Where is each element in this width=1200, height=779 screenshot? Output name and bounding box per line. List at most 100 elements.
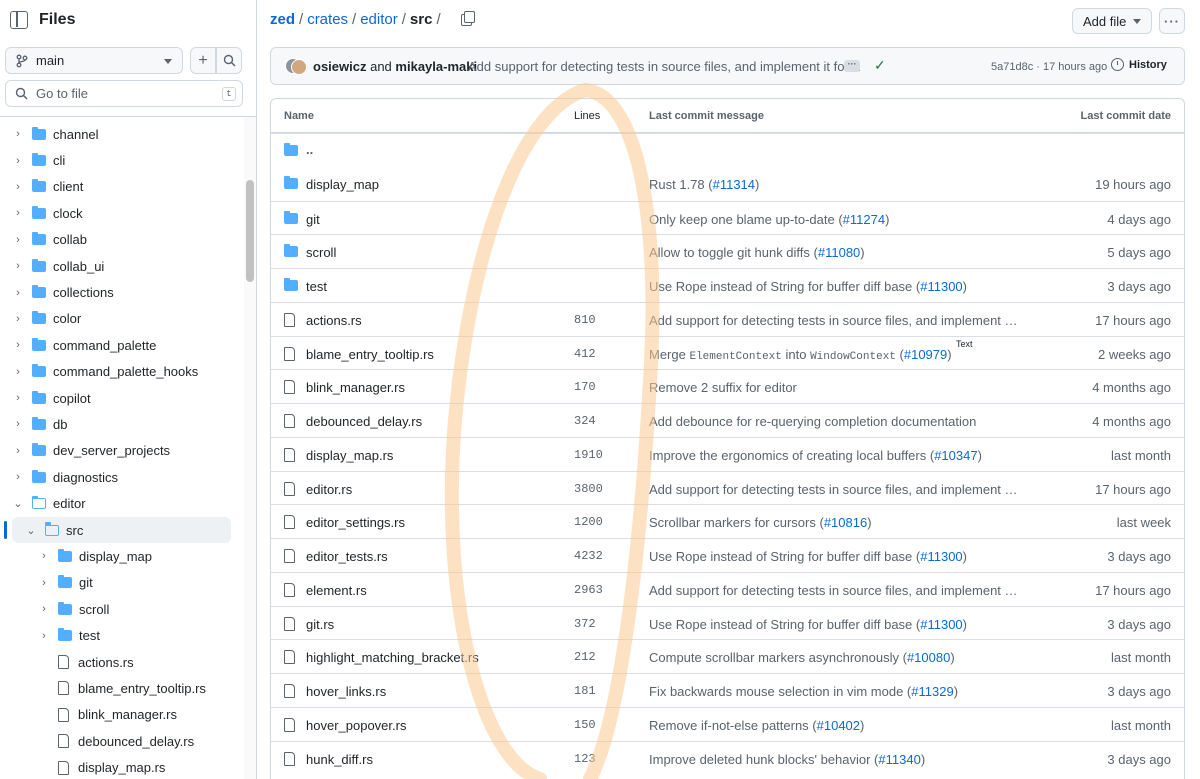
chevron-right-icon[interactable]: › — [38, 550, 50, 562]
table-row[interactable]: blame_entry_tooltip.rs 412 Merge ElementCo… — [271, 335, 1184, 370]
table-row[interactable]: display_map Rust 1.78 (#11314) 19 hours ag… — [271, 167, 1184, 201]
file-name-link[interactable]: blame_entry_tooltip.rs — [306, 347, 434, 362]
tree-file-item[interactable]: blink_manager.rs — [0, 702, 244, 728]
commit-message-link[interactable]: Add support for detecting tests in sourc… — [649, 482, 1019, 497]
tree-folder-item[interactable]: › collections — [0, 279, 244, 305]
commit-sha-link[interactable]: 5a71d8c — [991, 61, 1033, 73]
chevron-right-icon[interactable]: › — [12, 181, 24, 193]
commit-message-link[interactable]: Add support for detecting tests in sourc… — [468, 59, 862, 74]
chevron-right-icon[interactable]: › — [12, 366, 24, 378]
commit-message-link[interactable]: Use Rope instead of String for buffer di… — [649, 549, 967, 564]
commit-message-link[interactable]: Add debounce for re-querying completion … — [649, 414, 976, 429]
commit-message-link[interactable]: Remove if-not-else patterns (#10402) — [649, 718, 864, 733]
tree-file-item[interactable]: blame_entry_tooltip.rs — [0, 675, 244, 701]
tree-file-item[interactable]: debounced_delay.rs — [0, 728, 244, 754]
commit-message-link[interactable]: Use Rope instead of String for buffer di… — [649, 279, 967, 294]
commit-message-link[interactable]: Rust 1.78 (#11314) — [649, 177, 759, 192]
file-name-link[interactable]: display_map — [306, 177, 379, 192]
pull-request-link[interactable]: #11314 — [713, 177, 755, 192]
tree-folder-item[interactable]: › client — [0, 174, 244, 200]
commit-message-link[interactable]: Improve deleted hunk blocks' behavior (#… — [649, 752, 925, 767]
search-button[interactable] — [216, 47, 242, 74]
commit-message-link[interactable]: Add support for detecting tests in sourc… — [649, 313, 1019, 328]
chevron-right-icon[interactable]: › — [12, 128, 24, 140]
chevron-right-icon[interactable]: › — [12, 234, 24, 246]
add-file-dropdown-button[interactable]: Add file — [1072, 8, 1152, 34]
author-avatars[interactable] — [285, 57, 307, 77]
file-name-link[interactable]: blink_manager.rs — [306, 380, 405, 395]
tree-folder-item[interactable]: › clock — [0, 200, 244, 226]
breadcrumb-link-editor[interactable]: editor — [360, 11, 398, 28]
pull-request-link[interactable]: #11300 — [920, 617, 962, 632]
chevron-down-icon[interactable]: ⌄ — [25, 524, 37, 537]
tree-folder-item[interactable]: › color — [0, 306, 244, 332]
table-row[interactable]: actions.rs 810 Add support for detecting t… — [271, 301, 1184, 336]
check-icon[interactable]: ✓ — [874, 57, 886, 74]
file-name-link[interactable]: git — [306, 212, 320, 227]
tree-folder-item[interactable]: › test — [0, 622, 244, 648]
tree-folder-item[interactable]: › command_palette — [0, 332, 244, 358]
pull-request-link[interactable]: #11080 — [818, 245, 860, 260]
pull-request-link[interactable]: #10402 — [817, 718, 860, 733]
file-name-link[interactable]: scroll — [306, 245, 336, 260]
file-name-link[interactable]: debounced_delay.rs — [306, 414, 422, 429]
table-row[interactable]: editor_tests.rs 4232 Use Rope instead of S… — [271, 538, 1184, 572]
chevron-right-icon[interactable]: › — [12, 392, 24, 404]
tree-folder-item[interactable]: › collab — [0, 227, 244, 253]
table-row[interactable]: editor_settings.rs 1200 Scrollbar markers … — [271, 504, 1184, 538]
chevron-down-icon[interactable]: ⌄ — [12, 497, 24, 510]
file-name-link[interactable]: test — [306, 279, 327, 294]
tree-folder-item[interactable]: › command_palette_hooks — [0, 359, 244, 385]
branch-selector[interactable]: main — [5, 47, 183, 74]
tree-folder-item[interactable]: › dev_server_projects — [0, 438, 244, 464]
table-row[interactable]: hover_links.rs 181 Fix backwards mouse sel… — [271, 673, 1184, 707]
commit-message-link[interactable]: Merge ElementContext into WindowContext … — [649, 347, 952, 363]
tree-folder-item[interactable]: ⌄ src — [4, 516, 231, 544]
tree-folder-item[interactable]: › diagnostics — [0, 464, 244, 490]
table-row[interactable]: test Use Rope instead of String for buffe… — [271, 268, 1184, 302]
tree-folder-item[interactable]: › db — [0, 411, 244, 437]
copy-path-icon[interactable] — [460, 10, 475, 26]
table-row[interactable]: highlight_matching_bracket.rs 212 Compute … — [271, 639, 1184, 673]
chevron-right-icon[interactable]: › — [12, 287, 24, 299]
history-button[interactable]: History — [1111, 58, 1167, 71]
tree-file-item[interactable]: actions.rs — [0, 649, 244, 675]
tree-folder-item[interactable]: › scroll — [0, 596, 244, 622]
file-name-link[interactable]: hover_links.rs — [306, 684, 386, 699]
table-row[interactable]: hover_popover.rs 150 Remove if-not-else pa… — [271, 706, 1184, 741]
tree-folder-item[interactable]: › cli — [0, 147, 244, 173]
tree-folder-item[interactable]: › channel — [0, 121, 244, 147]
pull-request-link[interactable]: #11329 — [911, 684, 953, 699]
file-name-link[interactable]: display_map.rs — [306, 448, 393, 463]
commit-author-link[interactable]: mikayla-maki — [395, 59, 477, 74]
sidebar-scrollbar-thumb[interactable] — [246, 180, 254, 282]
table-row[interactable]: blink_manager.rs 170 Remove 2 suffix for e… — [271, 369, 1184, 403]
pull-request-link[interactable]: #11300 — [920, 549, 962, 564]
pull-request-link[interactable]: #10080 — [907, 650, 950, 665]
parent-directory-row[interactable]: .. — [271, 133, 1184, 167]
more-options-button[interactable]: ··· — [1159, 8, 1185, 34]
pull-request-link[interactable]: #10816 — [824, 515, 867, 530]
pull-request-link[interactable]: #10979 — [904, 347, 947, 362]
commit-message-link[interactable]: Add support for detecting tests in sourc… — [649, 583, 1019, 598]
tree-folder-item[interactable]: › collab_ui — [0, 253, 244, 279]
chevron-right-icon[interactable]: › — [38, 603, 50, 615]
tree-folder-item[interactable]: › copilot — [0, 385, 244, 411]
commit-message-link[interactable]: Scrollbar markers for cursors (#10816) — [649, 515, 872, 530]
chevron-right-icon[interactable]: › — [12, 339, 24, 351]
chevron-right-icon[interactable]: › — [12, 418, 24, 430]
file-name-link[interactable]: element.rs — [306, 583, 367, 598]
pull-request-link[interactable]: #11300 — [920, 279, 962, 294]
commit-message-link[interactable]: Fix backwards mouse selection in vim mod… — [649, 684, 958, 699]
commit-author-link[interactable]: osiewicz — [313, 59, 366, 74]
commit-message-link[interactable]: Improve the ergonomics of creating local… — [649, 448, 982, 463]
chevron-right-icon[interactable]: › — [12, 445, 24, 457]
chevron-right-icon[interactable]: › — [12, 207, 24, 219]
table-row[interactable]: git.rs 372 Use Rope instead of String for … — [271, 605, 1184, 640]
expand-commit-message-button[interactable]: ··· — [844, 60, 860, 72]
tree-folder-item[interactable]: › display_map — [0, 543, 244, 569]
file-name-link[interactable]: editor.rs — [306, 482, 352, 497]
table-row[interactable]: editor.rs 3800 Add support for detecting t… — [271, 470, 1184, 505]
table-row[interactable]: display_map.rs 1910 Improve the ergonomics… — [271, 436, 1184, 471]
pull-request-link[interactable]: #10347 — [934, 448, 977, 463]
